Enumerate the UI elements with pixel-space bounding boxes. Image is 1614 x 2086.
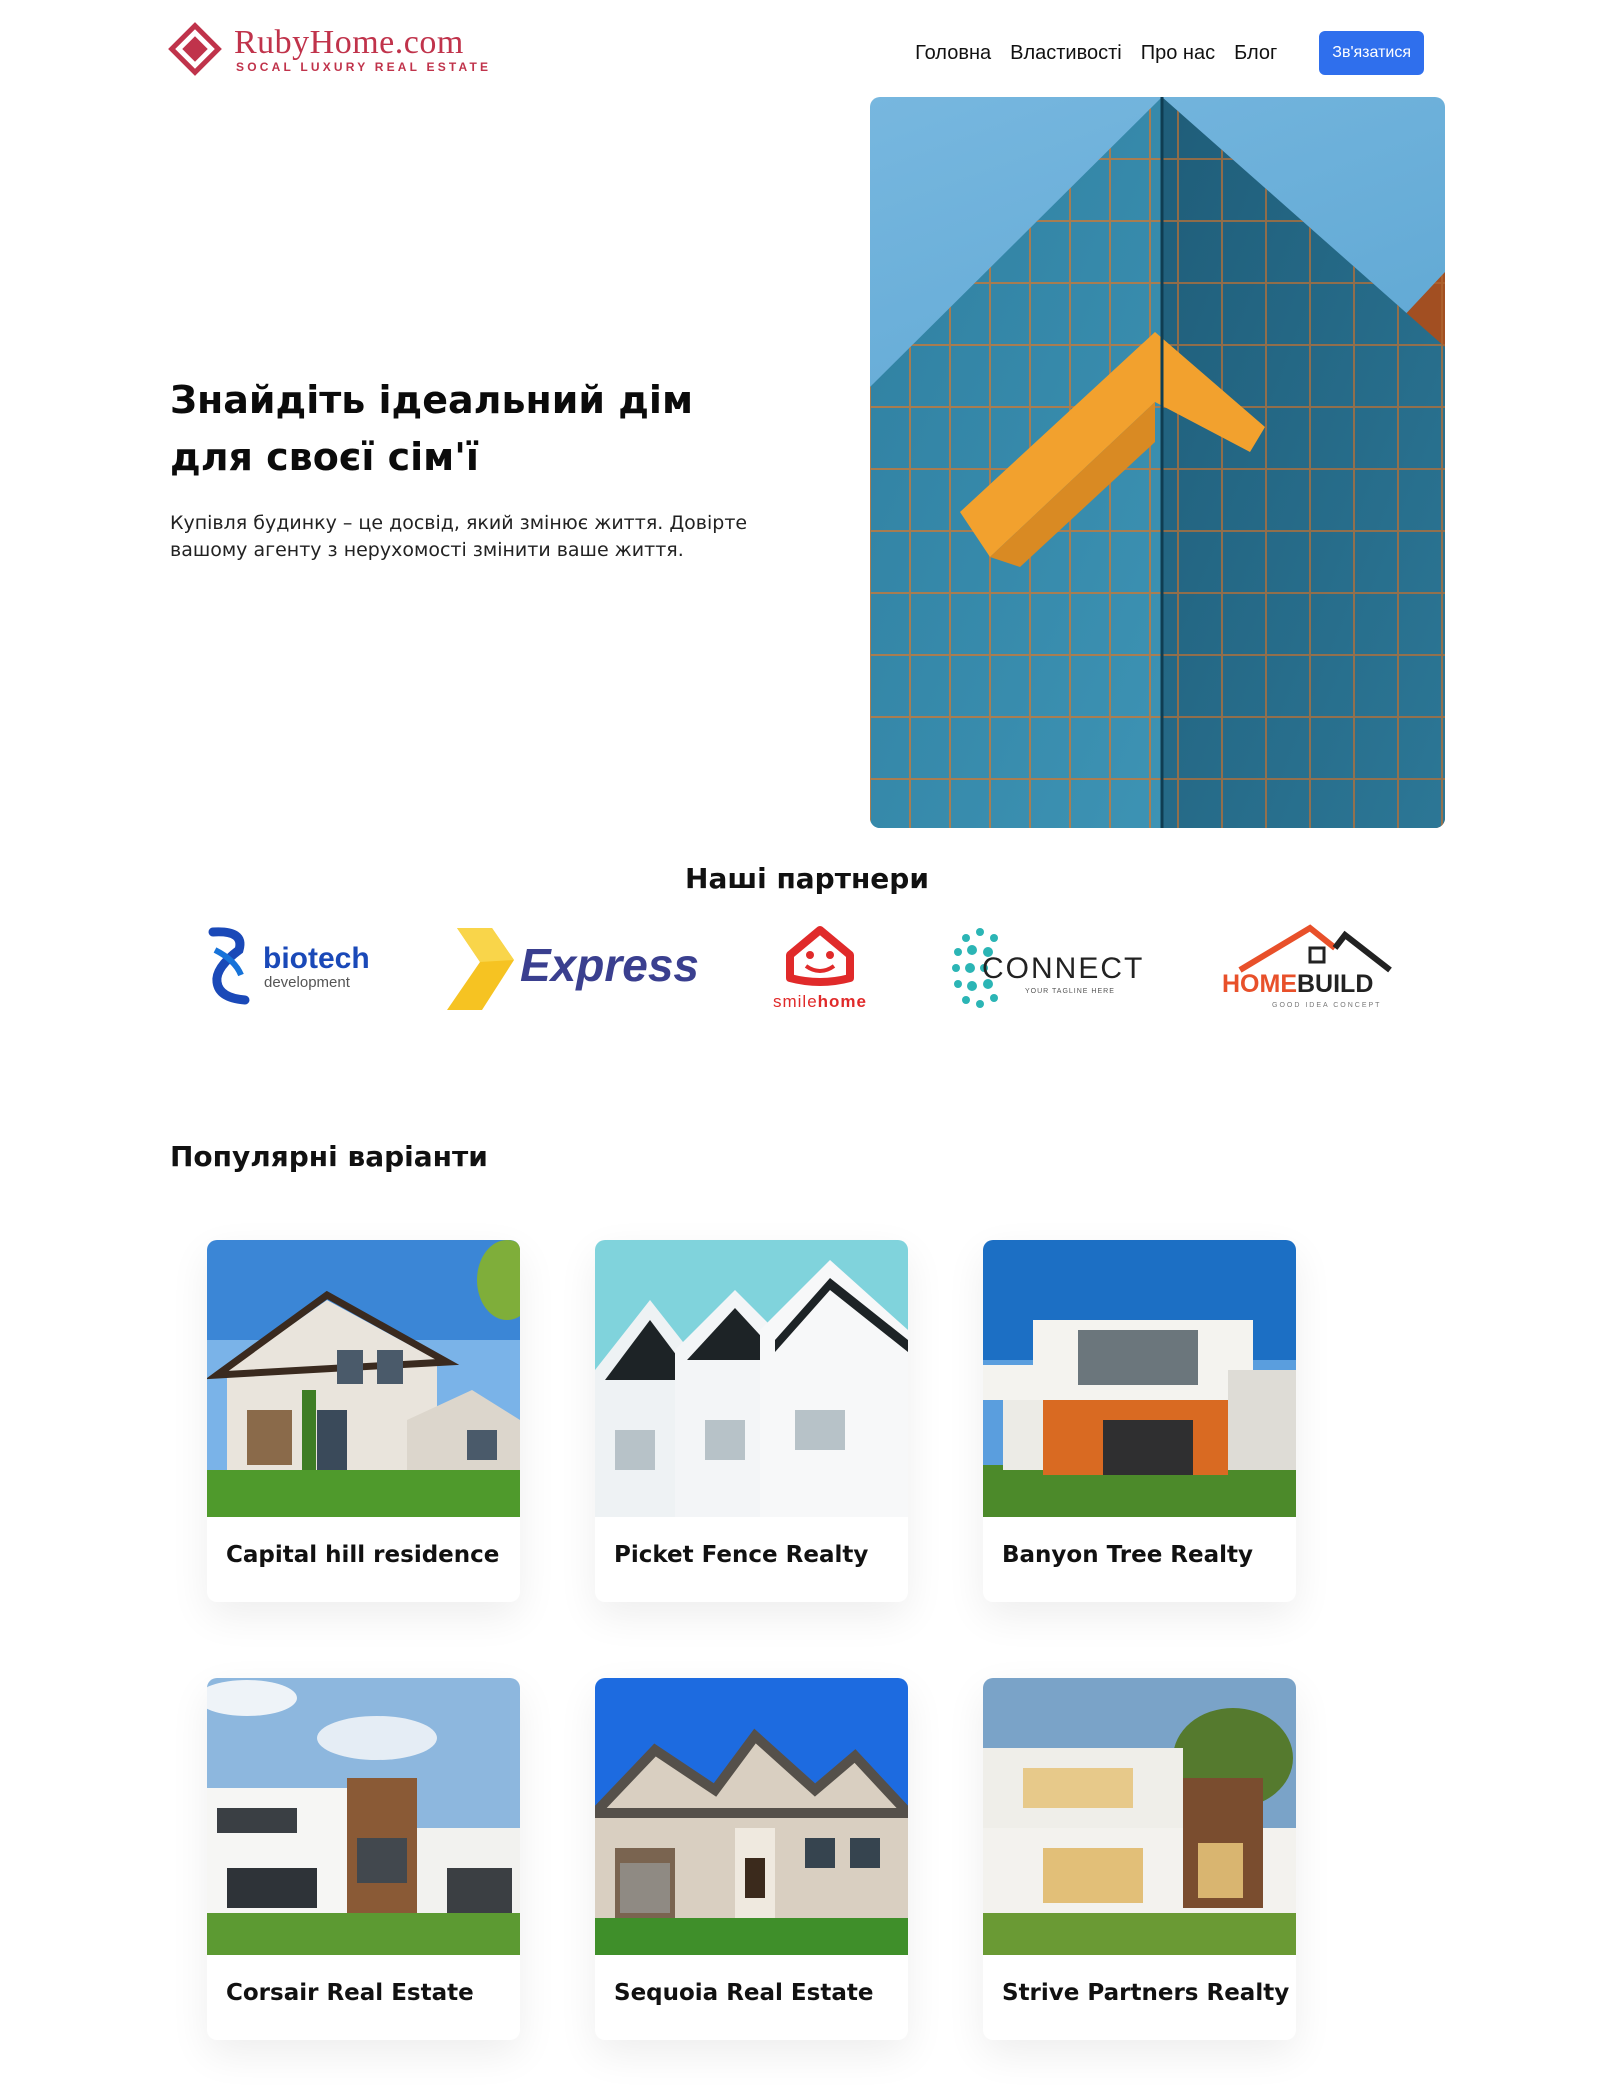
express-logo-text: Express: [520, 939, 700, 991]
nav-item-home[interactable]: Головна: [915, 42, 991, 65]
property-image: [595, 1240, 908, 1517]
homebuild-text-build: BUILD: [1297, 970, 1374, 998]
homebuild-logo-subtext: GOOD IDEA CONCEPT: [1272, 1002, 1382, 1009]
brand-tagline: SOCAL LUXURY REAL ESTATE: [236, 60, 492, 74]
property-image: [207, 1240, 520, 1517]
partners-title: Наші партнери: [685, 862, 929, 895]
contact-button[interactable]: Зв'язатися: [1319, 31, 1424, 75]
nav-item-about[interactable]: Про нас: [1141, 42, 1215, 65]
property-image: [595, 1678, 908, 1955]
property-image: [983, 1678, 1296, 1955]
smilehome-text-smile: smile: [772, 992, 818, 1011]
nav-item-properties[interactable]: Властивості: [1010, 42, 1122, 65]
nav-item-blog[interactable]: Блог: [1234, 42, 1277, 65]
glass-building-illustration: [870, 97, 1445, 828]
express-arrow-icon: [447, 928, 514, 1010]
brand-name: RubyHome.com: [234, 24, 464, 61]
partner-logo-express[interactable]: Express: [442, 920, 699, 1020]
property-card-title: Capital hill residence: [226, 1542, 500, 1568]
homebuild-logo-text: HOMEBUILD: [1222, 970, 1373, 999]
hero-title: Знайдіть ідеальний дім для своєї сім'ї: [170, 378, 694, 479]
property-card-title: Banyon Tree Realty: [1002, 1542, 1254, 1568]
property-card-title: Sequoia Real Estate: [614, 1980, 874, 2006]
hero-building-image: [870, 97, 1445, 828]
property-card-picket-fence[interactable]: Picket Fence Realty: [595, 1240, 908, 1602]
ruby-diamond-icon: [168, 22, 222, 76]
property-card-capital-hill[interactable]: Capital hill residence: [207, 1240, 520, 1602]
smilehome-logo-text: smilehome: [760, 992, 880, 1012]
partner-logo-biotech[interactable]: biotech development: [205, 920, 375, 1020]
connect-logo-subtext: YOUR TAGLINE HERE: [1025, 988, 1115, 995]
biotech-logo-text: biotech: [263, 942, 370, 975]
property-card-corsair[interactable]: Corsair Real Estate: [207, 1678, 520, 2040]
property-image: [983, 1240, 1296, 1517]
smile-house-icon: [786, 926, 854, 986]
property-card-sequoia[interactable]: Sequoia Real Estate: [595, 1678, 908, 2040]
connect-logo-text: CONNECT: [982, 952, 1145, 985]
property-card-strive-partners[interactable]: Strive Partners Realty: [983, 1678, 1296, 2040]
property-card-banyon-tree[interactable]: Banyon Tree Realty: [983, 1240, 1296, 1602]
property-image: [207, 1678, 520, 1955]
property-card-title: Picket Fence Realty: [614, 1542, 869, 1568]
smilehome-text-home: home: [817, 992, 867, 1011]
hero-subtitle: Купівля будинку – це досвід, який змінює…: [170, 512, 748, 561]
main-nav: Головна Властивості Про нас Блог Зв'язат…: [896, 31, 1424, 75]
partner-logo-smilehome[interactable]: smilehome: [760, 920, 880, 1020]
brand-logo[interactable]: RubyHome.com SOCAL LUXURY REAL ESTATE: [168, 22, 488, 80]
homebuild-text-home: HOME: [1222, 970, 1297, 998]
partner-logo-homebuild[interactable]: HOMEBUILD GOOD IDEA CONCEPT: [1220, 920, 1410, 1020]
property-card-title: Strive Partners Realty: [1002, 1980, 1290, 2006]
biotech-logo-subtext: development: [264, 974, 350, 991]
popular-title: Популярні варіанти: [170, 1140, 488, 1173]
partner-logo-connect[interactable]: CONNECT YOUR TAGLINE HERE: [950, 920, 1150, 1020]
property-card-title: Corsair Real Estate: [226, 1980, 474, 2006]
